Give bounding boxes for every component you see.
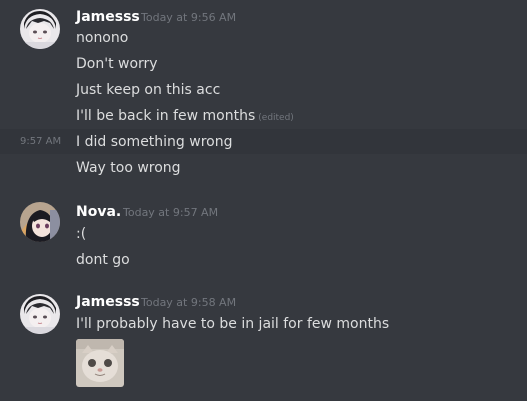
avatar-jamesss[interactable] [20,294,60,334]
message-text: nonono [76,30,129,46]
message-text: dont go [76,252,130,268]
message-timestamp: Today at 9:57 AM [123,206,219,219]
message-text: I'll probably have to be in jail for few… [76,316,390,332]
edited-label: (edited) [258,113,294,123]
message-text: Way too wrong [76,160,181,176]
author-name[interactable]: Jamesss [76,294,140,310]
message-text: Don't worry [76,56,158,72]
message-text-content: I'll be back in few months [76,108,256,124]
avatar-nova[interactable] [20,202,60,242]
message-text: I'll be back in few months (edited) [76,107,294,127]
message-text: :( [76,226,87,242]
chat-messages: Jamesss Today at 9:56 AM nonono Don't wo… [0,0,527,401]
author-name[interactable]: Jamesss [76,9,140,25]
message-text: Just keep on this acc [76,81,220,99]
message-text-content: Just keep on this acc [76,82,221,98]
cat-image-thumbnail[interactable] [76,339,124,387]
message-timestamp: Today at 9:58 AM [141,296,237,309]
message-hover-timestamp: 9:57 AM [20,136,62,147]
avatar-jamesss[interactable] [20,9,60,49]
message-text: I did something wrong [76,134,233,150]
author-name[interactable]: Nova. [76,204,121,220]
message-timestamp: Today at 9:56 AM [141,11,237,24]
